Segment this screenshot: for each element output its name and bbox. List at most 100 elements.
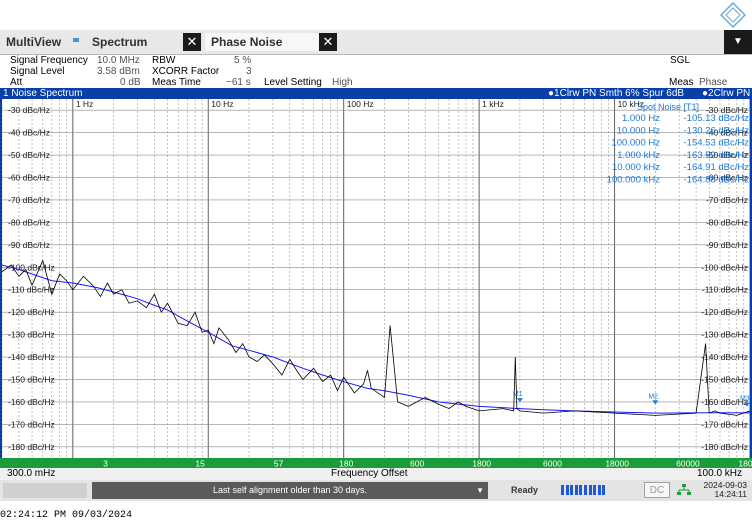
axis-footer-row: 300.0 mHz Frequency Offset 100.0 kHz	[0, 468, 752, 480]
date-time: 2024-09-03 14:24:11	[695, 481, 747, 499]
progress-cell	[593, 485, 597, 495]
chart-svg: -30 dBc/Hz -30 dBc/Hz-40 dBc/Hz -40 dBc/Hz…	[2, 99, 750, 458]
marker-label: M3	[740, 396, 750, 403]
x-stop-label: 100.0 kHz	[697, 468, 743, 479]
y-tick-label-right: -100 dBc/Hz	[701, 262, 748, 272]
top-bar	[0, 0, 752, 30]
xcorr-value: 3	[246, 66, 252, 77]
y-tick-label-left: -80 dBc/Hz	[8, 217, 50, 227]
marker-triangle	[516, 398, 523, 403]
diagram-header: 1 Noise Spectrum ●1Clrw PN Smth 6% Spur …	[0, 88, 752, 99]
progress-cell	[565, 485, 569, 495]
y-tick-label-left: -40 dBc/Hz	[8, 128, 50, 138]
x-bottom-tick-label: 180	[339, 459, 353, 469]
progress-cell	[597, 485, 601, 495]
measurement-info-panel: Signal Frequency 10.0 MHz Signal Level 3…	[0, 55, 752, 99]
sgl-indicator: SGL	[670, 55, 691, 66]
rbw-label: RBW	[152, 55, 176, 66]
y-tick-label-right: -140 dBc/Hz	[701, 352, 748, 362]
signal-frequency-label: Signal Frequency	[10, 55, 88, 66]
y-tick-label-left: -70 dBc/Hz	[8, 195, 50, 205]
progress-cell	[602, 485, 606, 495]
y-tick-label-right: -150 dBc/Hz	[701, 374, 748, 384]
spot-noise-offset: 100.000 kHz	[607, 175, 661, 186]
rs-logo-icon	[720, 2, 746, 28]
alignment-message[interactable]: Last self alignment older than 30 days. …	[92, 482, 488, 499]
spot-noise-value: -164.88 dBc/Hz	[684, 175, 750, 186]
dc-coupling-button[interactable]: DC	[644, 482, 670, 498]
signal-frequency-value: 10.0 MHz	[97, 55, 140, 66]
time-text: 14:24:11	[714, 489, 747, 499]
y-tick-label-right: -90 dBc/Hz	[706, 240, 748, 250]
att-value: 0 dB	[120, 77, 141, 88]
y-tick-label-left: -110 dBc/Hz	[8, 285, 54, 295]
y-tick-label-left: -130 dBc/Hz	[8, 330, 55, 340]
x-bottom-tick-label: 3	[103, 459, 108, 469]
meas-time-value: ~61 s	[226, 77, 251, 88]
spot-noise-value: -130.26 dBc/Hz	[684, 125, 750, 136]
y-tick-label-left: -150 dBc/Hz	[8, 374, 55, 384]
progress-cell	[574, 485, 578, 495]
y-tick-label-left: -160 dBc/Hz	[8, 397, 55, 407]
y-tick-label-right: -70 dBc/Hz	[706, 195, 748, 205]
x-bottom-tick-label: 57	[274, 459, 284, 469]
multiview-indicator-icon	[73, 38, 79, 42]
progress-cell	[561, 485, 564, 495]
marker-label: M1	[513, 391, 523, 398]
tab-bar: MultiView Spectrum ✕ Phase Noise ✕ ▼	[0, 30, 752, 55]
status-blank-field	[3, 483, 87, 498]
spot-noise-value: -154.53 dBc/Hz	[684, 138, 750, 149]
progress-cell	[584, 485, 587, 495]
progress-cell	[588, 485, 592, 495]
x-axis-label: Frequency Offset	[331, 468, 408, 479]
close-spectrum-tab-icon[interactable]: ✕	[183, 33, 201, 51]
x-decade-label: 1 Hz	[76, 99, 93, 109]
x-bottom-tick-label: 6000	[543, 459, 562, 469]
xcorr-label: XCORR Factor	[152, 66, 220, 77]
y-tick-label-left: -180 dBc/Hz	[8, 442, 55, 452]
close-phase-noise-tab-icon[interactable]: ✕	[319, 33, 337, 51]
trace-2-info: ●2Clrw PN	[702, 88, 751, 99]
progress-cell	[579, 485, 583, 495]
att-label: Att	[10, 77, 23, 88]
x-decade-label: 100 Hz	[347, 99, 374, 109]
y-tick-label-right: -120 dBc/Hz	[701, 307, 748, 317]
message-dropdown-icon[interactable]: ▼	[476, 482, 484, 499]
meas-time-label: Meas Time	[152, 77, 201, 88]
y-tick-label-right: -170 dBc/Hz	[701, 419, 748, 429]
x-decade-label: 10 Hz	[211, 99, 233, 109]
spot-noise-title: Spot Noise [T1]	[637, 102, 699, 112]
marker-label: M2	[648, 393, 658, 400]
y-tick-label-right: -110 dBc/Hz	[702, 285, 748, 295]
y-tick-label-left: -120 dBc/Hz	[8, 307, 55, 317]
y-tick-label-left: -30 dBc/Hz	[8, 105, 50, 115]
spot-noise-offset: 1.000 kHz	[617, 150, 660, 161]
level-setting-value: High	[332, 77, 353, 88]
tab-spectrum[interactable]: Spectrum	[92, 33, 147, 51]
progress-cell	[570, 485, 574, 495]
level-setting-label: Level Setting	[264, 77, 322, 88]
y-tick-label-right: -130 dBc/Hz	[701, 330, 748, 340]
y-tick-label-left: -50 dBc/Hz	[8, 150, 50, 160]
x-bottom-tick-label: 18000	[605, 459, 629, 469]
x-bottom-tick-label: 60000	[676, 459, 700, 469]
x-bottom-tick-label: 180000	[738, 459, 752, 469]
series-line-trace-1	[2, 264, 750, 414]
noise-spectrum-plot[interactable]: -30 dBc/Hz -30 dBc/Hz -40 dBc/Hz -40 dBc/Hz…	[0, 99, 752, 458]
progress-indicator	[561, 485, 607, 495]
x-decade-label: 1 kHz	[482, 99, 504, 109]
trace-1-info: ●1Clrw PN Smth 6% Spur 6dB	[548, 88, 685, 99]
tab-multiview[interactable]: MultiView	[6, 33, 61, 51]
x-bottom-labels: 3 15 57 180 600 1800 6000 18000 60000 180000	[103, 459, 752, 469]
menu-dropdown-button[interactable]: ▼	[724, 30, 752, 54]
status-bar: Last self alignment older than 30 days. …	[0, 480, 752, 501]
spot-noise-offset: 100.000 Hz	[611, 138, 660, 149]
x-start-label: 300.0 mHz	[7, 468, 56, 479]
y-tick-label-left: -140 dBc/Hz	[8, 352, 55, 362]
x-bottom-tick-label: 1800	[472, 459, 491, 469]
signal-level-label: Signal Level	[10, 66, 65, 77]
rbw-value: 5 %	[234, 55, 252, 66]
ready-status: Ready	[511, 485, 539, 495]
spot-noise-value: -105.13 dBc/Hz	[684, 113, 750, 124]
tab-phase-noise[interactable]: Phase Noise	[205, 33, 321, 51]
